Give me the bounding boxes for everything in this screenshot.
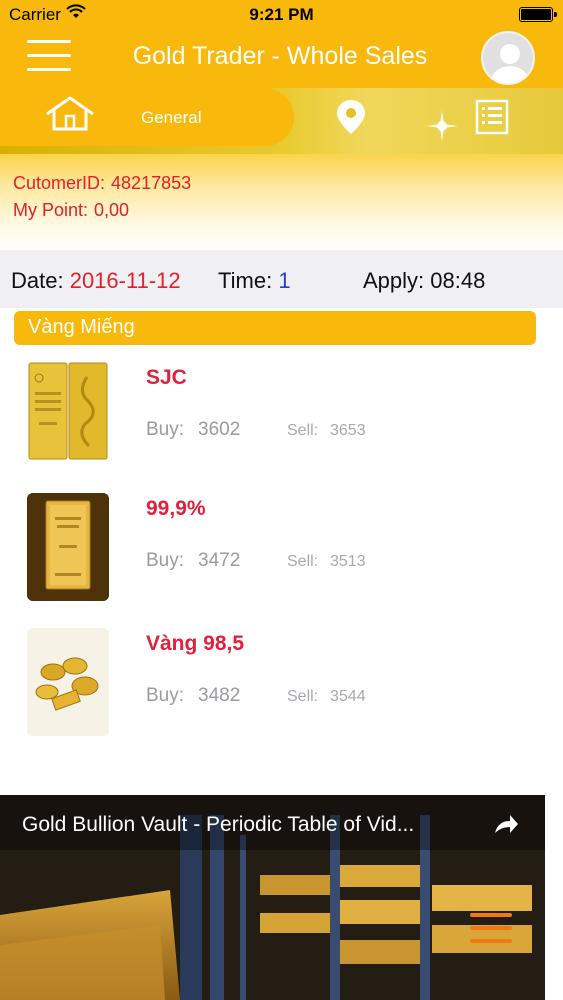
- buy-price: 3482: [198, 685, 241, 706]
- user-icon: [489, 44, 531, 83]
- buy-price: 3472: [198, 550, 241, 571]
- buy-label: Buy:: [146, 419, 185, 440]
- buy-label: Buy:: [146, 685, 185, 706]
- sell-price: 3513: [330, 553, 366, 570]
- buy-price: 3602: [198, 419, 241, 440]
- apply-label: Apply:: [363, 268, 425, 293]
- sell-price: 3653: [330, 422, 366, 439]
- clock: 9:21 PM: [249, 5, 314, 24]
- time-field: Time: 1: [218, 268, 291, 294]
- product-name: 99,9%: [146, 497, 206, 520]
- my-point-value: 0,00: [94, 200, 130, 220]
- tab-general-label: General: [141, 108, 202, 127]
- customer-id-row: CutomerID: 48217853: [13, 173, 191, 194]
- customer-id-label: CutomerID:: [13, 173, 106, 193]
- avatar[interactable]: [481, 31, 535, 85]
- date-label: Date:: [11, 268, 64, 293]
- customer-info: CutomerID: 48217853 My Point: 0,00: [0, 154, 563, 250]
- apply-field: Apply: 08:48: [363, 268, 485, 294]
- product-item-sjc[interactable]: SJC Buy: 3602 Sell: 3653: [0, 362, 563, 482]
- share-icon[interactable]: [492, 813, 520, 837]
- date-bar: Date: 2016-11-12 Time: 1 Apply: 08:48: [0, 250, 563, 308]
- my-point-row: My Point: 0,00: [13, 200, 129, 221]
- video-menu-button[interactable]: [470, 913, 512, 945]
- nav-header: Carrier 9:21 PM Gold Trader - Whole Sale…: [0, 0, 563, 88]
- list-icon[interactable]: [475, 99, 509, 135]
- tab-bar: General: [0, 88, 563, 154]
- apply-value: 08:48: [430, 268, 486, 293]
- video-title[interactable]: Gold Bullion Vault - Periodic Table of V…: [22, 813, 487, 837]
- sell-label: Sell:: [287, 688, 319, 705]
- status-bar: Carrier 9:21 PM: [0, 0, 563, 30]
- buy-label: Buy:: [146, 550, 185, 571]
- page-title: Gold Trader - Whole Sales: [132, 42, 428, 70]
- date-field: Date: 2016-11-12: [11, 268, 181, 294]
- my-point-label: My Point:: [13, 200, 89, 220]
- gold-bar-image: [27, 493, 109, 601]
- battery-icon: [519, 7, 557, 22]
- home-icon: [46, 96, 94, 131]
- sjc-gold-bar-image: [27, 362, 109, 470]
- sell-label: Sell:: [287, 553, 319, 570]
- hamburger-menu-button[interactable]: [27, 38, 71, 72]
- sparkle-icon: [426, 110, 458, 142]
- location-pin-icon[interactable]: [332, 98, 370, 136]
- product-name: SJC: [146, 366, 187, 389]
- tab-general[interactable]: General: [0, 88, 294, 146]
- product-item-999[interactable]: 99,9% Buy: 3472 Sell: 3513: [0, 493, 563, 613]
- time-value: 1: [278, 268, 291, 293]
- video-player[interactable]: Gold Bullion Vault - Periodic Table of V…: [0, 795, 545, 1000]
- product-item-985[interactable]: Vàng 98,5 Buy: 3482 Sell: 3544: [0, 628, 563, 748]
- time-label: Time:: [218, 268, 273, 293]
- sell-label: Sell:: [287, 422, 319, 439]
- gold-coins-image: [27, 628, 109, 736]
- date-value: 2016-11-12: [69, 268, 181, 293]
- sell-price: 3544: [330, 688, 366, 705]
- product-name: Vàng 98,5: [146, 632, 245, 655]
- customer-id-value: 48217853: [111, 173, 192, 193]
- section-header: Vàng Miếng: [14, 311, 536, 345]
